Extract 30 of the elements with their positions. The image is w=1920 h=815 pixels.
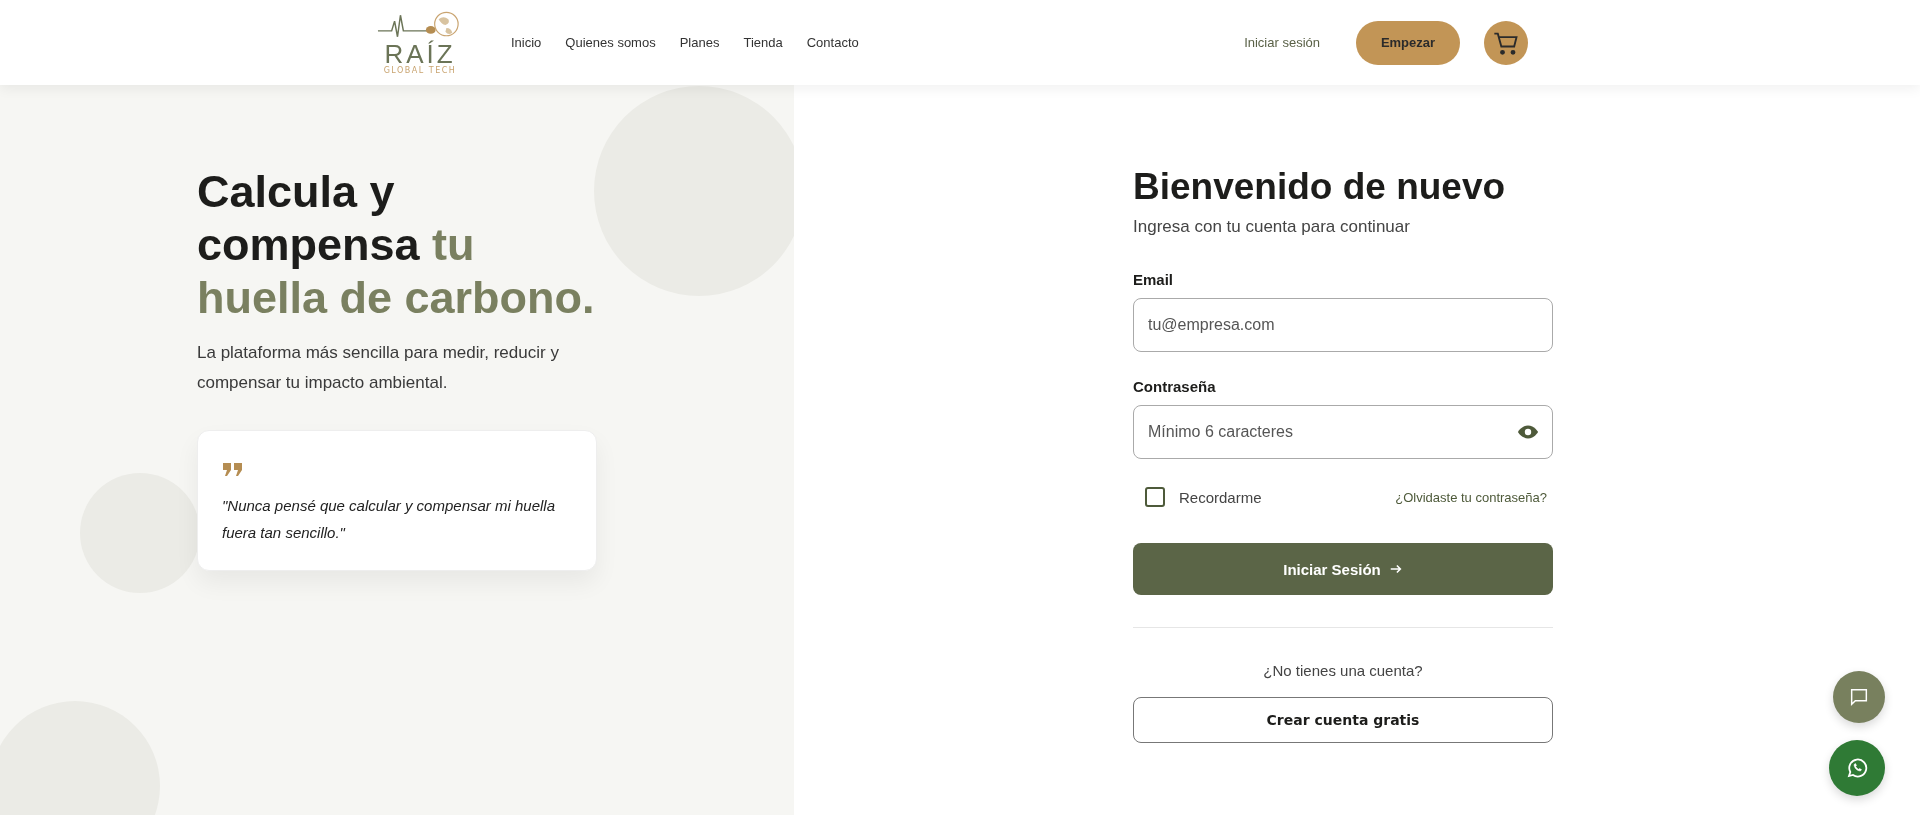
email-field[interactable]: tu@empresa.com — [1133, 298, 1553, 352]
password-field[interactable]: Mínimo 6 caracteres — [1133, 405, 1553, 459]
chat-icon — [1848, 686, 1870, 708]
cart-button[interactable] — [1484, 20, 1528, 65]
forgot-password-link[interactable]: ¿Olvidaste tu contraseña? — [1395, 489, 1547, 505]
hero-subtitle: La plataforma más sencilla para medir, reducir y compensar tu impacto ambiental. — [197, 342, 560, 394]
testimonial-quote: "Nunca pensé que calcular y compensar mi huella fuera tan sencillo." — [222, 496, 556, 543]
nav-link[interactable]: Quienes somos — [565, 35, 656, 50]
create-account-button[interactable]: Crear cuenta gratis — [1133, 697, 1553, 743]
login-link[interactable]: Iniciar sesión — [1244, 35, 1320, 50]
quote-icon — [222, 462, 244, 476]
nav-link[interactable]: Inicio — [511, 35, 542, 50]
field-label: Contraseña — [1133, 378, 1217, 395]
signup-prompt: ¿No tienes una cuenta? — [1262, 662, 1424, 679]
phone-bubble-icon — [1845, 756, 1869, 780]
whatsapp-button[interactable] — [1829, 740, 1885, 796]
nav-link[interactable]: Tienda — [743, 35, 783, 50]
logo-wordmark[interactable]: RAÍZ — [384, 40, 456, 67]
hero-heading: Calcula y compensa tu huella de carbono. — [197, 165, 596, 324]
form-title: Bienvenido de nuevo — [1133, 165, 1507, 209]
chat-button[interactable] — [1833, 671, 1885, 723]
logo-tagline: GLOBAL TECH — [383, 66, 457, 75]
remember-checkbox[interactable] — [1145, 487, 1165, 507]
remember-label: Recordarme — [1179, 488, 1262, 506]
start-button[interactable]: Empezar — [1356, 20, 1460, 65]
nav-link[interactable]: Planes — [679, 35, 720, 50]
sign-in-button[interactable]: Iniciar Sesión — [1133, 543, 1553, 595]
form-subtitle: Ingresa con tu cuenta para continuar — [1133, 217, 1411, 237]
nav-link[interactable]: Contacto — [806, 35, 859, 50]
field-label: Email — [1133, 271, 1175, 288]
